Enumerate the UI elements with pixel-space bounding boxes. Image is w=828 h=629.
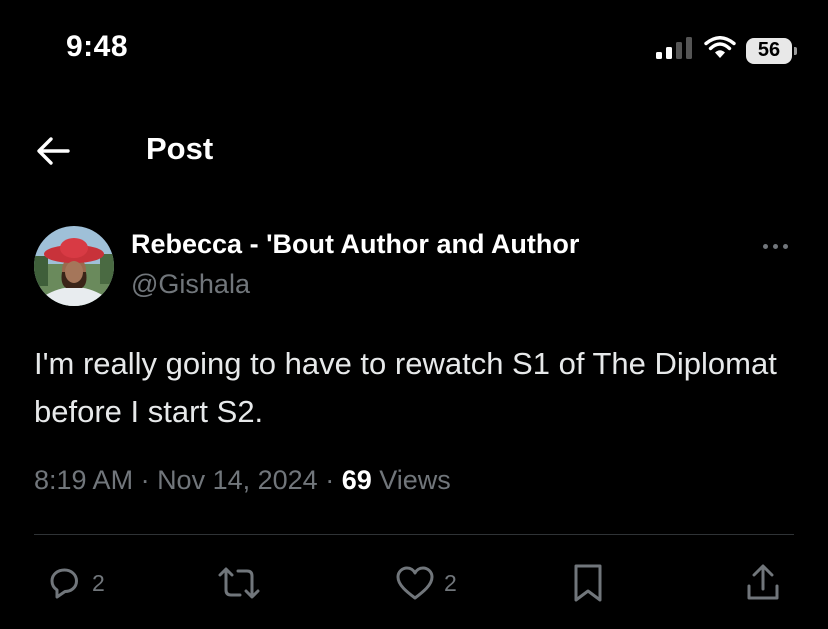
meta-separator: · bbox=[317, 465, 342, 495]
post-meta: 8:19 AM · Nov 14, 2024 · 69 Views bbox=[34, 465, 451, 496]
post-text: I'm really going to have to rewatch S1 o… bbox=[34, 346, 777, 429]
repost-button[interactable] bbox=[216, 556, 262, 610]
battery-icon: 56 bbox=[746, 37, 797, 64]
signal-icon bbox=[656, 37, 694, 64]
reply-count: 2 bbox=[92, 569, 105, 596]
more-dot bbox=[782, 243, 788, 249]
status-time: 9:48 bbox=[66, 30, 129, 63]
back-button[interactable] bbox=[34, 134, 72, 168]
more-dot bbox=[772, 243, 778, 249]
display-name[interactable]: Rebecca - 'Bout Author and Author bbox=[131, 229, 579, 260]
meta-separator: · bbox=[133, 465, 158, 495]
status-bar: 9:48 56 bbox=[0, 0, 828, 100]
post-date: Nov 14, 2024 bbox=[157, 465, 318, 495]
more-dot bbox=[762, 243, 768, 249]
like-count: 2 bbox=[444, 569, 457, 596]
avatar[interactable] bbox=[34, 226, 114, 306]
like-button[interactable]: 2 bbox=[394, 556, 457, 610]
divider bbox=[34, 534, 794, 535]
reply-icon bbox=[44, 563, 84, 603]
user-handle[interactable]: @Gishala bbox=[131, 269, 250, 300]
arrow-left-icon bbox=[34, 137, 72, 172]
action-bar: 2 2 bbox=[0, 556, 828, 610]
bookmark-icon bbox=[570, 562, 606, 604]
header: Post bbox=[0, 120, 828, 180]
more-options-button[interactable] bbox=[758, 236, 792, 256]
status-icons: 56 bbox=[656, 36, 797, 65]
post-time: 8:19 AM bbox=[34, 465, 134, 495]
page-title: Post bbox=[146, 131, 214, 166]
battery-level: 56 bbox=[757, 39, 781, 61]
share-button[interactable] bbox=[744, 556, 782, 610]
views-label[interactable]: Views bbox=[379, 465, 451, 495]
wifi-icon bbox=[704, 36, 736, 65]
repost-icon bbox=[216, 563, 262, 603]
bookmark-button[interactable] bbox=[570, 556, 606, 610]
reply-button[interactable]: 2 bbox=[44, 556, 105, 610]
views-count[interactable]: 69 bbox=[342, 465, 372, 495]
share-icon bbox=[744, 562, 782, 604]
like-icon bbox=[394, 563, 436, 603]
